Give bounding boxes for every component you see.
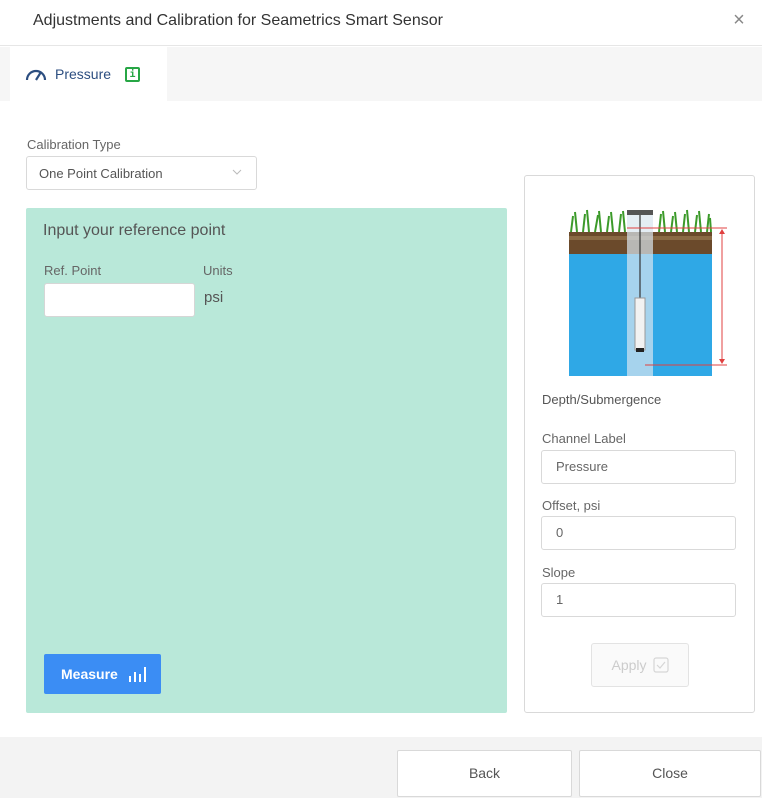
- units-label: Units: [203, 263, 233, 278]
- tab-label: Pressure: [55, 66, 112, 82]
- checkbox-icon: [652, 657, 669, 673]
- diagram-caption: Depth/Submergence: [542, 392, 662, 407]
- close-icon[interactable]: ×: [728, 9, 750, 31]
- measure-label: Measure: [61, 666, 118, 682]
- sensor-settings-panel: Depth/Submergence Channel Label Pressure…: [524, 175, 755, 713]
- close-button[interactable]: Close: [579, 750, 761, 797]
- reference-point-panel: Input your reference point Ref. Point Un…: [26, 208, 507, 713]
- chevron-down-icon: [232, 169, 242, 175]
- calibration-type-label: Calibration Type: [27, 137, 121, 152]
- tab-pressure[interactable]: Pressure i: [10, 47, 167, 101]
- tab-bar: Pressure i: [0, 47, 762, 101]
- slope-label: Slope: [542, 565, 576, 580]
- slope-input[interactable]: 1: [541, 583, 736, 617]
- channel-label-label: Channel Label: [542, 431, 626, 446]
- measure-button[interactable]: Measure: [44, 654, 161, 694]
- channel-label-input[interactable]: Pressure: [541, 450, 736, 484]
- signal-bars-icon: [128, 667, 146, 682]
- offset-label: Offset, psi: [542, 498, 601, 513]
- calibration-type-select[interactable]: One Point Calibration: [26, 156, 257, 190]
- dialog-footer: Back Close: [0, 737, 762, 798]
- depth-submergence-diagram: [569, 209, 727, 376]
- calibration-type-value: One Point Calibration: [39, 166, 163, 181]
- units-value: psi: [204, 289, 224, 306]
- back-button[interactable]: Back: [397, 750, 572, 797]
- offset-input[interactable]: 0: [541, 516, 736, 550]
- ref-point-input[interactable]: [44, 283, 195, 317]
- dialog-title: Adjustments and Calibration for Seametri…: [33, 12, 443, 29]
- dialog-header: Adjustments and Calibration for Seametri…: [0, 0, 762, 46]
- gauge-icon: [25, 69, 47, 81]
- info-icon[interactable]: i: [125, 66, 141, 82]
- ref-point-label: Ref. Point: [44, 263, 102, 278]
- reference-heading: Input your reference point: [43, 222, 226, 239]
- apply-label: Apply: [611, 657, 647, 673]
- apply-button[interactable]: Apply: [591, 643, 689, 687]
